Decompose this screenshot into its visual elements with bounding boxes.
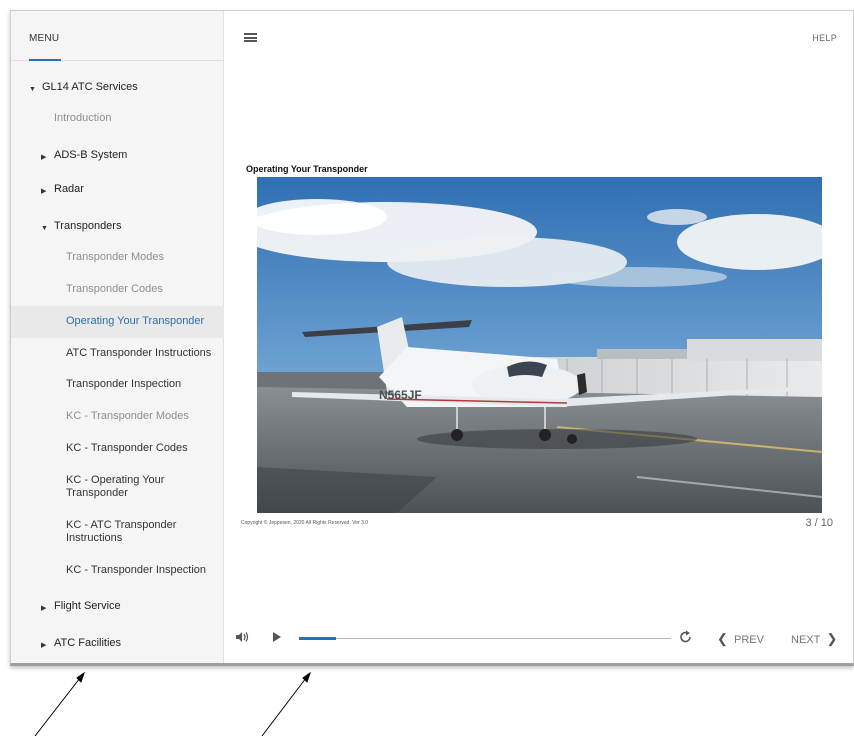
annotation-arrows (34, 671, 311, 736)
annotation-arrow-sidebar (34, 677, 81, 736)
annotation-arrow-controls (261, 677, 307, 736)
